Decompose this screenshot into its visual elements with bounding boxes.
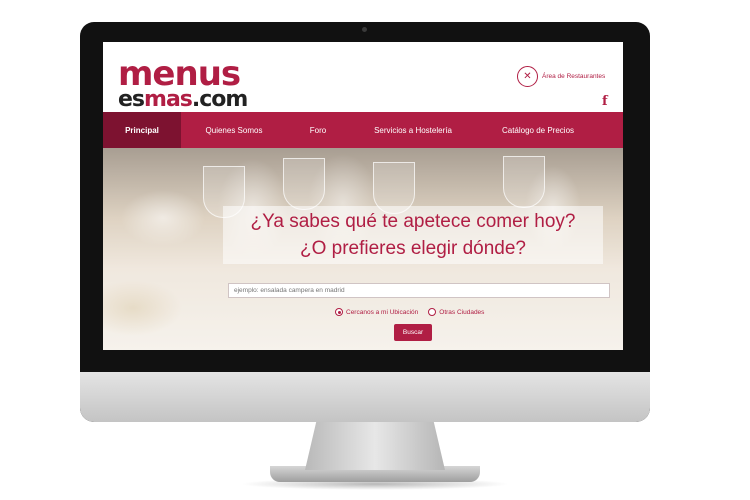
site-logo[interactable]: menus esmas.com (118, 54, 278, 111)
search-input[interactable] (228, 283, 610, 298)
monitor-chin (80, 372, 650, 422)
hero-section: ¿Ya sabes qué te apetece comer hoy? ¿O p… (103, 148, 623, 350)
logo-es: es (118, 87, 145, 112)
headline-line-2: ¿O prefieres elegir dónde? (299, 238, 526, 259)
logo-mas: mas (144, 87, 193, 112)
logo-com: .com (191, 87, 248, 112)
radio-other-label: Otras Ciudades (439, 308, 485, 316)
radio-near-label: Cercanos a mi Ubicación (346, 308, 419, 316)
nav-item-foro[interactable]: Foro (287, 112, 349, 148)
website-screen: menus esmas.com ✕ Área de Restaurantes f… (103, 42, 623, 350)
nav-item-principal[interactable]: Principal (103, 112, 181, 148)
restaurant-area-link[interactable]: ✕ Área de Restaurantes (517, 66, 605, 87)
radio-other-cities[interactable]: Otras Ciudades (428, 308, 484, 316)
facebook-icon[interactable]: f (602, 94, 608, 109)
main-nav: Principal Quienes Somos Foro Servicios a… (103, 112, 623, 148)
headline-line-1: ¿Ya sabes qué te apetece comer hoy? (250, 211, 576, 232)
location-radio-group: Cercanos a mi Ubicación Otras Ciudades (335, 308, 484, 316)
hero-headline: ¿Ya sabes qué te apetece comer hoy? ¿O p… (223, 208, 603, 262)
logo-menus: menus (118, 54, 241, 94)
radio-selected-icon (335, 308, 343, 316)
fork-knife-icon: ✕ (517, 66, 538, 87)
monitor-stand (305, 422, 445, 470)
logo-domain: esmas.com (118, 89, 278, 111)
camera-icon (362, 27, 367, 32)
nav-item-catalogo[interactable]: Catálogo de Precios (477, 112, 599, 148)
search-button[interactable]: Buscar (394, 324, 432, 341)
radio-unselected-icon (428, 308, 437, 316)
restaurant-area-label: Área de Restaurantes (542, 73, 606, 80)
nav-item-servicios[interactable]: Servicios a Hostelería (349, 112, 477, 148)
radio-near-location[interactable]: Cercanos a mi Ubicación (335, 308, 418, 316)
site-header: menus esmas.com ✕ Área de Restaurantes f (103, 42, 623, 112)
nav-item-quienes-somos[interactable]: Quienes Somos (181, 112, 287, 148)
